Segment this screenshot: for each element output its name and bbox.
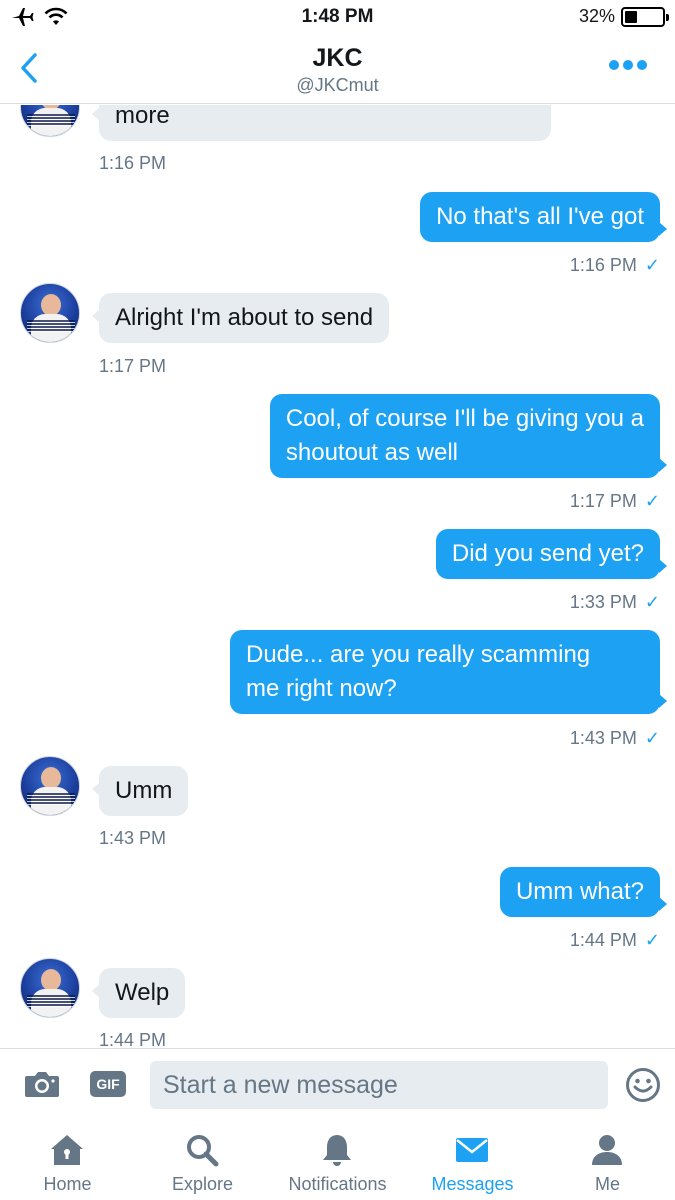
message-bubble-outgoing[interactable]: Cool, of course I'll be giving you a sho… bbox=[269, 394, 668, 478]
avatar[interactable] bbox=[20, 105, 80, 137]
tab-label: Messages bbox=[431, 1174, 514, 1194]
avatar-face bbox=[41, 294, 61, 316]
tab-me[interactable]: Me bbox=[540, 1123, 675, 1200]
tab-label: Home bbox=[43, 1174, 92, 1194]
camera-button[interactable] bbox=[24, 1069, 60, 1099]
avatar[interactable] bbox=[20, 756, 80, 816]
message-timestamp: 1:33 PM ✓ bbox=[570, 592, 660, 613]
more-options-button[interactable] bbox=[609, 60, 647, 70]
tab-messages[interactable]: Messages bbox=[405, 1123, 540, 1200]
status-bar: 1:48 PM 32% bbox=[0, 0, 675, 36]
checkmark-icon: ✓ bbox=[644, 728, 660, 748]
timestamp-text: 1:33 PM bbox=[569, 592, 637, 612]
avatar-face bbox=[41, 969, 61, 991]
message-line: Dude... are you really scamming bbox=[246, 641, 591, 668]
conversation-handle[interactable]: @JKCmut bbox=[0, 75, 675, 96]
status-icons-right: 32% bbox=[578, 6, 669, 27]
message-line: me right now? bbox=[246, 675, 397, 702]
more-dot bbox=[637, 60, 647, 70]
tab-label: Me bbox=[594, 1174, 620, 1194]
avatar-caption bbox=[27, 793, 75, 805]
tab-label: Explore bbox=[171, 1174, 234, 1194]
tab-label: Notifications bbox=[288, 1174, 387, 1194]
message-timestamp: 1:17 PM bbox=[99, 356, 167, 376]
tab-explore[interactable]: Explore bbox=[135, 1123, 270, 1200]
tab-home[interactable]: Home bbox=[0, 1123, 135, 1200]
emoji-button[interactable] bbox=[625, 1067, 661, 1103]
conversation-header: JKC @JKCmut bbox=[0, 36, 675, 104]
message-timestamp: 1:44 PM ✓ bbox=[570, 930, 660, 951]
timestamp-text: 1:43 PM bbox=[569, 728, 637, 748]
message-bubble-incoming[interactable]: Umm bbox=[91, 766, 189, 816]
checkmark-icon: ✓ bbox=[644, 592, 660, 612]
timestamp-text: 1:16 PM bbox=[569, 255, 637, 275]
more-dot bbox=[623, 60, 633, 70]
avatar[interactable] bbox=[20, 958, 80, 1018]
timestamp-text: 1:44 PM bbox=[569, 930, 637, 950]
message-line: Cool, of course I'll be giving you a bbox=[285, 405, 644, 432]
message-timestamp: 1:43 PM ✓ bbox=[570, 728, 660, 749]
message-timestamp: 1:16 PM ✓ bbox=[570, 255, 660, 276]
search-icon bbox=[187, 1135, 219, 1167]
camera-icon bbox=[25, 1072, 59, 1097]
message-bubble-outgoing[interactable]: Did you send yet? bbox=[435, 529, 668, 579]
message-timestamp: 1:17 PM ✓ bbox=[570, 491, 660, 512]
timestamp-text: 1:17 PM bbox=[569, 491, 637, 511]
smiley-icon bbox=[626, 1068, 660, 1102]
bottom-tab-bar: Home Explore Notifications Messages Me bbox=[0, 1123, 675, 1200]
message-bubble-outgoing[interactable]: Dude... are you really scamming me right… bbox=[230, 630, 667, 714]
checkmark-icon: ✓ bbox=[644, 491, 660, 511]
message-bubble-incoming[interactable]: Alright I'm about to send bbox=[91, 293, 390, 343]
message-thread[interactable]: more 1:16 PM No that's all I've got 1:16… bbox=[0, 105, 675, 1047]
avatar-caption bbox=[27, 320, 75, 332]
battery-percent: 32% bbox=[578, 6, 615, 26]
avatar-caption bbox=[27, 114, 75, 126]
checkmark-icon: ✓ bbox=[644, 255, 660, 275]
message-bubble-incoming[interactable]: more bbox=[92, 105, 551, 141]
battery-level bbox=[625, 10, 637, 23]
message-bubble-incoming[interactable]: Welp bbox=[91, 968, 186, 1018]
message-bubble-outgoing[interactable]: Umm what? bbox=[499, 867, 668, 917]
message-timestamp: 1:16 PM bbox=[99, 153, 167, 173]
avatar-face bbox=[41, 767, 61, 789]
message-bubble-outgoing[interactable]: No that's all I've got bbox=[420, 192, 667, 242]
message-timestamp: 1:44 PM bbox=[99, 1030, 167, 1047]
avatar[interactable] bbox=[20, 283, 80, 343]
person-icon bbox=[592, 1135, 622, 1165]
message-input[interactable] bbox=[150, 1061, 608, 1109]
message-composer: GIF bbox=[0, 1048, 675, 1123]
conversation-title: JKC bbox=[312, 44, 363, 72]
status-time: 1:48 PM bbox=[301, 6, 374, 27]
more-dots-icon bbox=[609, 60, 619, 70]
message-timestamp: 1:43 PM bbox=[99, 828, 167, 848]
bell-icon bbox=[323, 1135, 351, 1166]
avatar-caption bbox=[27, 995, 75, 1007]
envelope-icon bbox=[456, 1138, 488, 1162]
checkmark-icon: ✓ bbox=[644, 930, 660, 950]
message-line: shoutout as well bbox=[285, 439, 458, 466]
home-icon bbox=[51, 1135, 83, 1165]
gif-button[interactable]: GIF bbox=[90, 1071, 126, 1097]
battery-icon bbox=[621, 6, 669, 27]
tab-notifications[interactable]: Notifications bbox=[270, 1123, 405, 1200]
